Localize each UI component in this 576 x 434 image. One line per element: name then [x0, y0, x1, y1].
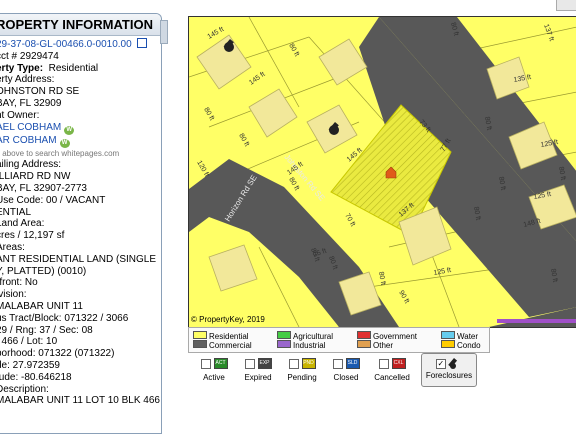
map-copyright: © PropertyKey, 2019	[191, 315, 265, 324]
foreclosures-label[interactable]: Foreclosures	[422, 371, 476, 380]
mailing-address-line1: ILLIARD RD NW	[0, 171, 71, 183]
panel-title: ROPERTY INFORMATION	[0, 14, 161, 36]
neighborhood: borhood: 071322 (071322)	[0, 348, 115, 360]
use-code: Use Code: 00 / VACANT	[0, 194, 106, 206]
legend-label: Other	[373, 341, 394, 350]
filter-cancelled[interactable]: CXL Cancelled	[370, 358, 414, 384]
map-canvas[interactable]: Johnston Rd SE Horizon Rd SE 145 ft 80 f…	[189, 17, 576, 327]
legend-swatch	[193, 340, 207, 348]
whitepages-note: k above to search whitepages.com	[0, 148, 120, 158]
owner-2[interactable]: AR COBHAM W	[0, 135, 161, 148]
legend-item-industrial: Industrial	[277, 340, 325, 350]
subdivision-label: ivision:	[0, 289, 27, 301]
census-tract: us Tract/Block: 071322 / 3066	[0, 312, 129, 324]
areas-label: Areas:	[0, 241, 25, 253]
expired-badge-icon: EXP	[257, 358, 272, 369]
filter-expired[interactable]: EXP Expired	[240, 358, 276, 384]
waterfront: rfront: No	[0, 277, 38, 289]
legend-swatch	[193, 331, 207, 339]
foreclosures-checkbox[interactable]: ✓	[435, 359, 446, 369]
external-link-icon[interactable]	[137, 38, 148, 48]
legend-swatch	[357, 340, 371, 348]
owner-1-name[interactable]: AEL COBHAM	[0, 122, 61, 133]
block-lot: : 466 / Lot: 10	[0, 336, 58, 348]
filter-label[interactable]: Pending	[284, 373, 320, 382]
legend-item-commercial: Commercial	[193, 340, 252, 350]
pending-checkbox[interactable]	[288, 358, 299, 369]
filter-active[interactable]: ACT Active	[196, 358, 232, 384]
owner-label: nt Owner:	[0, 109, 40, 121]
property-address-label: erty Address:	[0, 74, 55, 86]
legend-item-condo: Condo	[441, 340, 481, 350]
cancelled-badge-icon: CXL	[391, 358, 406, 369]
filter-label[interactable]: Closed	[328, 373, 364, 382]
parcel-id-link[interactable]: 29-37-08-GL-00466.0-0010.00	[0, 38, 161, 51]
filter-label[interactable]: Cancelled	[370, 373, 414, 382]
pending-badge-icon: PND	[301, 358, 316, 369]
legend-swatch	[277, 340, 291, 348]
map-window-button[interactable]	[556, 0, 576, 11]
longitude: tude: -80.646218	[0, 371, 72, 383]
cancelled-checkbox[interactable]	[378, 358, 389, 369]
gavel-icon	[448, 358, 458, 369]
subdivision-value: MALABAR UNIT 11	[0, 300, 83, 312]
property-address-line2: BAY, FL 32909	[0, 97, 62, 109]
parcel-map[interactable]: Johnston Rd SE Horizon Rd SE 145 ft 80 f…	[188, 16, 576, 328]
legend-swatch	[441, 340, 455, 348]
property-info-panel: ROPERTY INFORMATION 29-37-08-GL-00466.0-…	[0, 13, 162, 434]
owner-2-name[interactable]: AR COBHAM	[0, 135, 57, 146]
legend-swatch	[357, 331, 371, 339]
property-address-line1: OHNSTON RD SE	[0, 86, 80, 98]
legend-swatch	[441, 331, 455, 339]
legend-label: Commercial	[209, 341, 252, 350]
legend-swatch	[277, 331, 291, 339]
land-use-legend: Residential Agricultural Government Wate…	[188, 327, 490, 353]
map-scale-bar	[497, 319, 576, 323]
use-code-cont: ENTIAL	[0, 206, 32, 218]
latitude: de: 27.972359	[0, 359, 60, 371]
land-area-value: cres / 12,197 sf	[0, 230, 65, 242]
land-area-label: Land Area:	[0, 218, 45, 230]
whitepages-icon[interactable]: W	[64, 125, 75, 135]
legend-label: Condo	[457, 341, 481, 350]
legal-description-value: MALABAR UNIT 11 LOT 10 BLK 466	[0, 395, 160, 407]
areas-line2: Y, PLATTED) (0010)	[0, 265, 87, 277]
owner-1[interactable]: AEL COBHAM W	[0, 122, 161, 135]
account-number: cct # 2929474	[0, 50, 59, 62]
active-badge-icon: ACT	[213, 358, 228, 369]
active-checkbox[interactable]	[200, 358, 211, 369]
areas-line1: ANT RESIDENTIAL LAND (SINGLE	[0, 253, 157, 265]
filter-closed[interactable]: SLD Closed	[328, 358, 364, 384]
property-type-label: erty Type:	[0, 62, 44, 74]
whitepages-icon[interactable]: W	[59, 138, 70, 148]
panel-collapse-handle[interactable]	[160, 20, 168, 44]
mailing-address-label: ailing Address:	[0, 159, 62, 171]
foreclosures-toggle[interactable]: ✓ Foreclosures	[421, 353, 477, 387]
expired-checkbox[interactable]	[244, 358, 255, 369]
property-type-value: Residential	[48, 62, 99, 74]
closed-checkbox[interactable]	[332, 358, 343, 369]
mailing-address-line2: BAY, FL 32907-2773	[0, 182, 87, 194]
legal-description-label: Description:	[0, 383, 49, 395]
parcel-id[interactable]: 29-37-08-GL-00466.0-0010.00	[0, 39, 132, 50]
filter-label[interactable]: Expired	[240, 373, 276, 382]
closed-badge-icon: SLD	[345, 358, 360, 369]
filter-pending[interactable]: PND Pending	[284, 358, 320, 384]
legend-item-other: Other	[357, 340, 393, 350]
legend-label: Industrial	[293, 341, 326, 350]
township-range-section: 29 / Rng: 37 / Sec: 08	[0, 324, 93, 336]
filter-label[interactable]: Active	[196, 373, 232, 382]
